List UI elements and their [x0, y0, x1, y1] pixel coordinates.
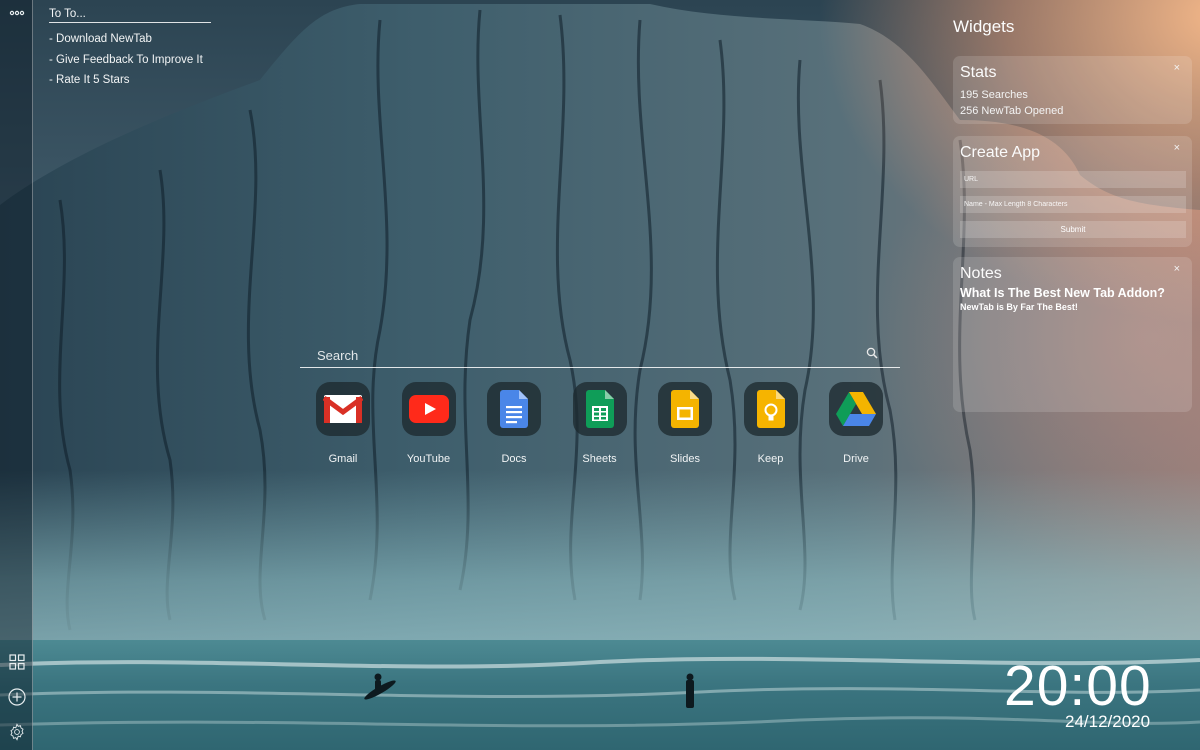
app-sheets[interactable]: Sheets — [572, 382, 627, 465]
widgets-title: Widgets — [953, 17, 1015, 36]
app-label: Drive — [843, 453, 869, 465]
add-circle-icon[interactable] — [6, 686, 28, 708]
clock-date: 24/12/2020 — [1065, 712, 1151, 731]
todo-item[interactable]: - Download NewTab — [49, 29, 211, 50]
url-input[interactable] — [960, 171, 1186, 188]
gmail-icon — [316, 382, 370, 436]
search-icon[interactable] — [866, 347, 878, 359]
close-icon[interactable]: × — [1174, 62, 1180, 74]
clock-time: 20:00 — [1004, 654, 1152, 718]
app-drive[interactable]: Drive — [829, 382, 883, 465]
notes-title: Notes — [960, 265, 1002, 282]
app-docs[interactable]: Docs — [487, 382, 541, 465]
close-icon[interactable]: × — [1174, 263, 1180, 275]
app-gmail[interactable]: Gmail — [316, 382, 370, 465]
stats-widget: × Stats 195 Searches 256 NewTab Opened — [953, 56, 1192, 124]
stats-searches: 195 Searches — [960, 89, 1028, 101]
keep-icon — [743, 382, 798, 436]
left-sidebar — [0, 0, 33, 750]
app-label: Gmail — [328, 453, 358, 465]
close-icon[interactable]: × — [1174, 142, 1180, 154]
app-shortcuts: Gmail YouTube Docs Sheets Slides Keep Dr… — [316, 382, 915, 465]
more-dots-icon[interactable] — [6, 2, 28, 24]
stats-opened: 256 NewTab Opened — [960, 105, 1064, 117]
sheets-icon — [572, 382, 627, 436]
docs-icon — [487, 382, 541, 436]
notes-body[interactable]: NewTab is By Far The Best! — [960, 302, 1185, 312]
stats-title: Stats — [960, 64, 997, 81]
todo-title[interactable]: To To... — [49, 8, 211, 23]
app-label: Sheets — [582, 453, 617, 465]
search-bar — [300, 340, 900, 368]
todo-item[interactable]: - Rate It 5 Stars — [49, 70, 211, 91]
settings-gear-icon[interactable] — [6, 721, 28, 743]
notes-heading[interactable]: What Is The Best New Tab Addon? — [960, 286, 1185, 300]
youtube-icon — [401, 382, 456, 436]
app-label: Keep — [757, 453, 784, 465]
create-app-title: Create App — [960, 144, 1041, 161]
search-input[interactable] — [300, 344, 900, 363]
app-label: Slides — [670, 453, 700, 465]
app-label: Docs — [501, 453, 527, 465]
drive-icon — [829, 382, 883, 436]
notes-widget: × Notes What Is The Best New Tab Addon? … — [953, 257, 1192, 412]
app-keep[interactable]: Keep — [743, 382, 798, 465]
slides-icon — [658, 382, 712, 436]
app-slides[interactable]: Slides — [658, 382, 712, 465]
app-youtube[interactable]: YouTube — [401, 382, 456, 465]
submit-button[interactable]: Submit — [960, 221, 1186, 238]
app-label: YouTube — [406, 453, 451, 465]
name-input[interactable] — [960, 196, 1186, 213]
todo-item[interactable]: - Give Feedback To Improve It — [49, 50, 211, 71]
todo-list: To To... - Download NewTab - Give Feedba… — [49, 8, 211, 91]
create-app-widget: × Create App Submit — [953, 136, 1192, 247]
apps-grid-icon[interactable] — [6, 651, 28, 673]
